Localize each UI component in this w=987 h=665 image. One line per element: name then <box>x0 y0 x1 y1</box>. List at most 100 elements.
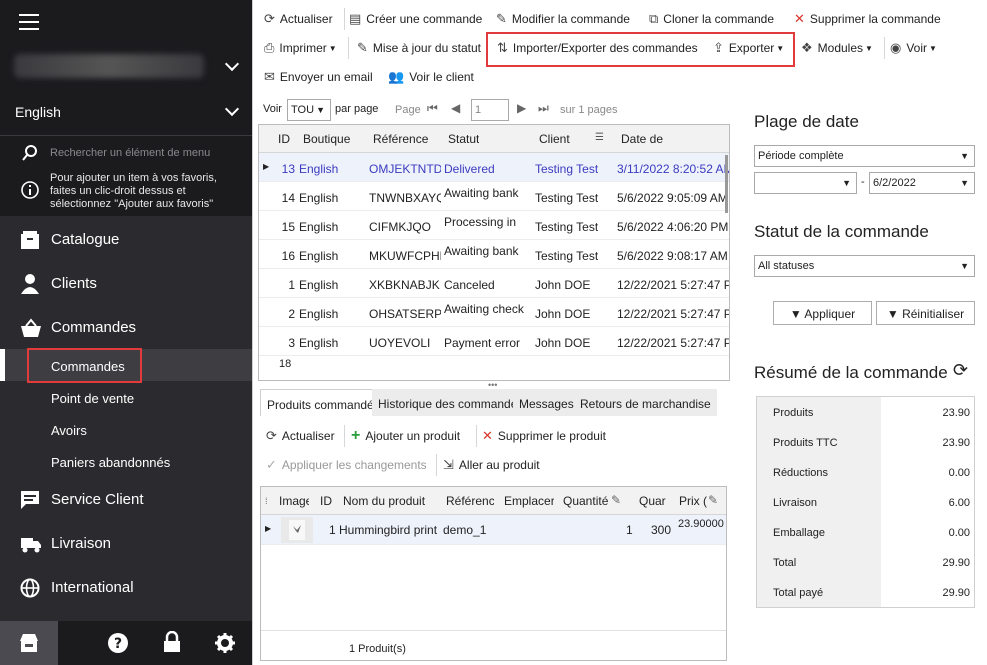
order-cell-date: 5/6/2022 9:05:09 AM <box>617 191 728 205</box>
reset-filter-button[interactable]: ▼ Réinitialiser <box>876 301 975 325</box>
col-reference[interactable]: Référenc <box>446 494 494 508</box>
modules-button[interactable]: ❖ Modules ▼ <box>801 35 873 61</box>
order-cell-id: 16 <box>281 249 295 263</box>
col-quantity[interactable]: Quantité <box>563 494 608 508</box>
order-cell-client: Testing Test <box>535 191 599 205</box>
view-client-button[interactable]: 👥 Voir le client <box>388 64 474 90</box>
sidebar: English Rechercher un élément de menu Po… <box>0 0 252 665</box>
sub-point-de-vente[interactable]: Point de vente <box>51 391 134 406</box>
shop-selector-blurred[interactable] <box>14 54 204 78</box>
create-order-button[interactable]: ▤ Créer une commande <box>349 6 482 32</box>
tab-messages[interactable]: Messages <box>513 389 580 416</box>
col-image[interactable]: Image <box>279 494 309 508</box>
tab-produits-commandes[interactable]: Produits commandés <box>260 389 387 416</box>
update-status-button[interactable]: ✎ Mise à jour du statut <box>357 35 484 61</box>
nav-livraison[interactable]: Livraison <box>0 522 252 566</box>
date-to-input[interactable]: 6/2/2022 ▼ <box>869 172 975 194</box>
filter-icon[interactable]: ☰ <box>595 132 604 143</box>
sub-avoirs[interactable]: Avoirs <box>51 423 87 438</box>
view-button[interactable]: ◉ Voir ▼ <box>890 35 937 61</box>
nav-service-client[interactable]: Service Client <box>0 478 252 522</box>
per-page-select[interactable]: TOU ▼ <box>287 99 331 121</box>
col-boutique[interactable]: Boutique <box>303 132 350 146</box>
svg-text:?: ? <box>114 636 122 652</box>
close-icon: ✕ <box>794 11 805 26</box>
add-product-button[interactable]: + Ajouter un produit <box>351 423 460 449</box>
date-from-input[interactable]: ▼ <box>754 172 857 194</box>
sub-paniers-abandonnes[interactable]: Paniers abandonnés <box>51 455 170 470</box>
goto-product-button[interactable]: ⇲ Aller au produit <box>443 452 540 478</box>
order-cell-ref: XKBKNABJK <box>369 278 440 292</box>
col-product-name[interactable]: Nom du produit <box>343 494 425 508</box>
first-page-icon[interactable]: ⏮ <box>427 101 438 116</box>
upload-icon: ⇪ <box>713 40 724 55</box>
button-label: Appliquer <box>804 307 856 321</box>
chevron-down-icon[interactable] <box>224 101 240 117</box>
delete-product-button[interactable]: ✕ Supprimer le produit <box>482 423 606 449</box>
nav-international[interactable]: International <box>0 566 252 610</box>
modify-order-button[interactable]: ✎ Modifier la commande <box>496 6 630 32</box>
tab-retours[interactable]: Retours de marchandise <box>574 389 717 416</box>
language-selector[interactable]: English <box>15 104 61 120</box>
print-button[interactable]: ⎙ Imprimer ▼ <box>264 35 337 61</box>
refresh-icon[interactable]: ⟳ <box>953 360 968 381</box>
col-statut[interactable]: Statut <box>448 132 479 146</box>
tab-historique[interactable]: Historique des commandes <box>372 389 530 416</box>
table-row[interactable]: ▶ 13 English OMJEKTNTD Delivered Testing Test… <box>259 153 729 182</box>
products-refresh-button[interactable]: ⟳ Actualiser <box>266 423 335 449</box>
product-reference: demo_1 <box>443 523 487 537</box>
send-email-button[interactable]: ✉ Envoyer un email <box>264 64 373 90</box>
table-row[interactable]: 15 English CIFMKJQO Processing in Testing Te… <box>259 211 729 240</box>
gear-icon[interactable] <box>214 632 236 654</box>
refresh-button[interactable]: ⟳ Actualiser <box>264 6 333 32</box>
page-input[interactable]: 1 <box>471 99 509 121</box>
vertical-scrollbar[interactable] <box>725 155 728 213</box>
sidebar-footer: ? <box>0 621 252 665</box>
lock-icon[interactable] <box>162 631 182 653</box>
store-button[interactable] <box>0 621 58 665</box>
button-label: Importer/Exporter des commandes <box>512 41 698 55</box>
export-button[interactable]: ⇪ Exporter ▼ <box>713 35 784 61</box>
import-export-button[interactable]: ⇅ Importer/Exporter des commandes <box>497 35 698 61</box>
col-client[interactable]: Client <box>539 132 570 146</box>
pencil-icon: ✎ <box>708 493 719 507</box>
chevron-down-icon[interactable] <box>224 56 240 72</box>
select-value: 6/2/2022 <box>873 177 916 189</box>
table-row[interactable]: 2 English OHSATSERP Awaiting check John DOE 1… <box>259 298 729 327</box>
col-reference[interactable]: Référence <box>373 132 428 146</box>
table-row[interactable]: 14 English TNWNBXAYQ Awaiting bank Testing T… <box>259 182 729 211</box>
nav-commandes[interactable]: Commandes <box>0 306 252 350</box>
button-label: Aller au produit <box>458 458 540 472</box>
clone-order-button[interactable]: ⧉ Cloner la commande <box>649 6 774 32</box>
status-select[interactable]: All statuses ▼ <box>754 255 975 277</box>
menu-icon[interactable] <box>19 14 39 30</box>
delete-order-button[interactable]: ✕ Supprimer la commande <box>794 6 941 32</box>
table-row[interactable]: 1 English XKBKNABJK Canceled John DOE 12/22/2… <box>259 269 729 298</box>
order-cell-shop: English <box>299 249 339 263</box>
divider <box>344 425 345 447</box>
nav-clients[interactable]: Clients <box>0 262 252 306</box>
table-row[interactable]: 16 English MKUWFCPHR Awaiting bank Testing T… <box>259 240 729 269</box>
table-row[interactable]: 3 English UOYEVOLI Payment error John DOE 12/… <box>259 327 729 356</box>
summary-row: Produits TTC 23.90 <box>757 427 974 457</box>
next-page-icon[interactable]: ▶ <box>517 101 526 115</box>
apply-changes-button[interactable]: ✓ Appliquer les changements <box>266 452 427 478</box>
period-select[interactable]: Période complète ▼ <box>754 145 975 167</box>
apply-filter-button[interactable]: ▼ Appliquer <box>773 301 872 325</box>
col-price[interactable]: Prix ( <box>679 494 707 508</box>
col-id[interactable]: ID <box>278 132 290 146</box>
table-row[interactable]: ▶ 1 Hummingbird print demo_1 1 300 23.90… <box>261 515 726 545</box>
col-date[interactable]: Date de <box>621 132 663 146</box>
order-cell-shop: English <box>299 191 339 205</box>
help-icon[interactable]: ? <box>107 632 129 654</box>
col-quantity-2[interactable]: Quar <box>639 494 666 508</box>
summary-row: Total 29.90 <box>757 547 974 577</box>
last-page-icon[interactable]: ⏭ <box>538 101 549 116</box>
nav-catalogue[interactable]: Catalogue <box>0 218 252 262</box>
col-location[interactable]: Emplacer <box>504 494 554 508</box>
prev-page-icon[interactable]: ◀ <box>451 101 460 115</box>
refresh-icon: ⟳ <box>266 428 277 443</box>
col-id[interactable]: ID <box>320 494 332 508</box>
menu-search-input[interactable]: Rechercher un élément de menu <box>50 147 210 159</box>
order-cell-date: 5/6/2022 4:06:20 PM <box>617 220 729 234</box>
